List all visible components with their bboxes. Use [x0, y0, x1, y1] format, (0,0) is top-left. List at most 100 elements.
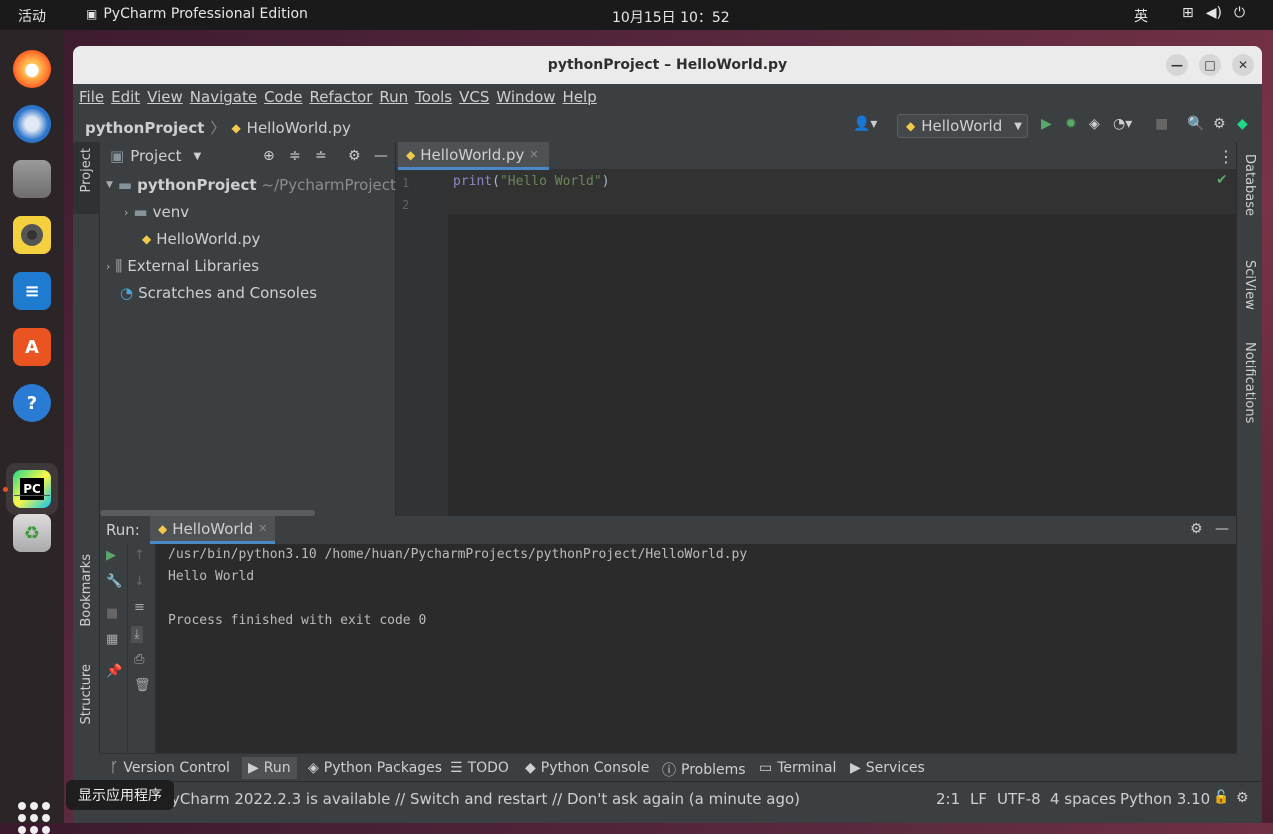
clock[interactable]: 10月15日 10：52 [612, 7, 730, 27]
title-bar[interactable]: pythonProject – HelloWorld.py — □ ✕ [73, 46, 1262, 84]
project-tool-tab[interactable]: Project [79, 148, 94, 192]
console-output[interactable]: /usr/bin/python3.10 /home/huan/PycharmPr… [168, 544, 747, 632]
code-area[interactable]: print("Hello World") ✔ [448, 170, 1236, 516]
tool-terminal[interactable]: ▭ Terminal [759, 760, 836, 776]
print-icon[interactable]: ⎙ [134, 652, 144, 667]
minimize-button[interactable]: — [1166, 54, 1188, 76]
close-icon[interactable]: ✕ [529, 148, 538, 161]
stop-icon[interactable]: ■ [1155, 116, 1168, 132]
gear-icon[interactable]: ⚙ [1190, 521, 1203, 537]
tab-helloworld[interactable]: ◆ HelloWorld.py ✕ [398, 142, 549, 170]
menu-code[interactable]: Code [257, 84, 302, 110]
system-tray[interactable]: ⊞ ◀) ⏻ [1182, 5, 1245, 21]
tree-item-scratches[interactable]: ◔ Scratches and Consoles [120, 284, 317, 302]
tree-item-venv[interactable]: › ▬ venv [124, 203, 189, 221]
interpreter[interactable]: Python 3.10 [1120, 790, 1210, 808]
run-icon[interactable]: ▶ [1041, 116, 1052, 132]
tool-problems[interactable]: ⓘ Problems [662, 760, 746, 780]
tool-services[interactable]: ▶ Services [850, 760, 925, 776]
rerun-icon[interactable]: ▶ [106, 548, 116, 563]
app-menu[interactable]: ▣ PyCharm Professional Edition [86, 6, 308, 22]
run-config-select[interactable]: ◆ HelloWorld ▼ [897, 114, 1028, 138]
breadcrumb-project[interactable]: pythonProject [85, 119, 204, 137]
search-icon[interactable]: 🔍 [1187, 116, 1204, 132]
indent-setting[interactable]: 4 spaces [1050, 790, 1116, 808]
menu-run[interactable]: Run [372, 84, 408, 110]
trash-icon[interactable]: ♻ [13, 514, 51, 552]
files-icon[interactable] [13, 160, 51, 198]
pin-icon[interactable]: 📌 [106, 664, 122, 679]
structure-tool-tab[interactable]: Structure [79, 664, 94, 724]
menu-tools[interactable]: Tools [408, 84, 452, 110]
tree-item-external-libraries[interactable]: › ⫼ External Libraries [106, 257, 259, 275]
tree-item-helloworld[interactable]: ◆ HelloWorld.py [142, 230, 260, 248]
profile-icon[interactable]: ◔▾ [1113, 116, 1132, 132]
close-icon[interactable]: ✕ [258, 522, 267, 535]
locate-icon[interactable]: ⊕ [263, 148, 275, 164]
tool-python-packages[interactable]: ◈ Python Packages [308, 760, 442, 776]
show-apps-icon[interactable] [14, 798, 50, 834]
database-tool-tab[interactable]: Database [1242, 154, 1257, 216]
tool-run[interactable]: ▶ Run [242, 757, 297, 779]
scroll-to-end-icon[interactable]: ⤓ [131, 626, 143, 643]
folder-icon: ▣ [110, 147, 125, 165]
coverage-icon[interactable]: ◈ [1089, 116, 1100, 132]
lock-icon[interactable]: 🔓 [1213, 790, 1229, 805]
tree-root[interactable]: ▼ ▬ pythonProject ~/PycharmProjects/ [106, 176, 409, 194]
firefox-icon[interactable]: ● [13, 50, 51, 88]
rhythmbox-icon[interactable] [13, 216, 51, 254]
trash-icon[interactable]: 🗑 [134, 678, 151, 693]
arrow-down-icon[interactable]: ↓ [134, 574, 145, 589]
settings-icon[interactable]: ⚙ [1236, 790, 1249, 806]
hide-panel-icon[interactable]: — [374, 148, 388, 164]
wrench-icon[interactable]: 🔧 [106, 574, 122, 589]
help-icon[interactable]: ? [13, 384, 51, 422]
chevron-down-icon[interactable]: ▼ [194, 151, 202, 162]
menu-help[interactable]: Help [556, 84, 597, 110]
run-tab[interactable]: ◆ HelloWorld ✕ [150, 516, 276, 544]
more-options-icon[interactable]: ⋮ [1218, 147, 1234, 166]
menu-vcs[interactable]: VCS [452, 84, 489, 110]
sciview-tool-tab[interactable]: SciView [1242, 260, 1257, 310]
debug-icon[interactable]: ✹ [1065, 116, 1077, 132]
settings-icon[interactable]: ⚙ [1213, 116, 1226, 132]
tool-todo[interactable]: ☰ TODO [450, 760, 509, 776]
thunderbird-icon[interactable] [13, 105, 51, 143]
tool-python-console[interactable]: ◆ Python Console [525, 760, 649, 776]
hide-panel-icon[interactable]: — [1215, 521, 1229, 537]
file-encoding[interactable]: UTF-8 [997, 790, 1041, 808]
menu-refactor[interactable]: Refactor [302, 84, 372, 110]
user-icon[interactable]: 👤▾ [853, 116, 877, 132]
activities-button[interactable]: 活动 [18, 6, 46, 26]
line-separator[interactable]: LF [970, 790, 987, 808]
notifications-tool-tab[interactable]: Notifications [1242, 342, 1257, 423]
input-method[interactable]: 英 [1134, 6, 1148, 26]
project-view-select[interactable]: Project [130, 147, 181, 165]
arrow-up-icon[interactable]: ↑ [134, 548, 145, 563]
plugin-icon[interactable]: ◆ [1237, 116, 1248, 132]
app-center-icon[interactable]: A [13, 328, 51, 366]
expand-all-icon[interactable]: ≑ [289, 148, 301, 164]
branch-icon: ᚴ [110, 760, 119, 776]
bookmarks-tool-tab[interactable]: Bookmarks [79, 554, 94, 627]
menu-edit[interactable]: Edit [104, 84, 140, 110]
gear-icon[interactable]: ⚙ [348, 148, 361, 164]
writer-icon[interactable]: ≡ [13, 272, 51, 310]
stop-icon[interactable]: ■ [106, 606, 118, 621]
maximize-button[interactable]: □ [1199, 54, 1221, 76]
pycharm-icon[interactable]: PC [13, 470, 51, 508]
soft-wrap-icon[interactable]: ≡ [134, 600, 145, 615]
layout-icon[interactable]: ▦ [106, 632, 118, 647]
tool-version-control[interactable]: ᚴ Version Control [110, 760, 230, 776]
update-message[interactable]: yCharm 2022.2.3 is available // Switch a… [171, 790, 800, 808]
menu-file[interactable]: File [73, 84, 104, 110]
menu-navigate[interactable]: Navigate [183, 84, 257, 110]
check-icon[interactable]: ✔ [1216, 172, 1228, 188]
menu-window[interactable]: Window [489, 84, 555, 110]
close-button[interactable]: ✕ [1232, 54, 1254, 76]
breadcrumb: pythonProject 〉 ◆ HelloWorld.py [85, 117, 351, 138]
breadcrumb-file[interactable]: HelloWorld.py [247, 119, 351, 137]
menu-view[interactable]: View [140, 84, 183, 110]
caret-position[interactable]: 2:1 [936, 790, 960, 808]
collapse-all-icon[interactable]: ≐ [315, 148, 327, 164]
